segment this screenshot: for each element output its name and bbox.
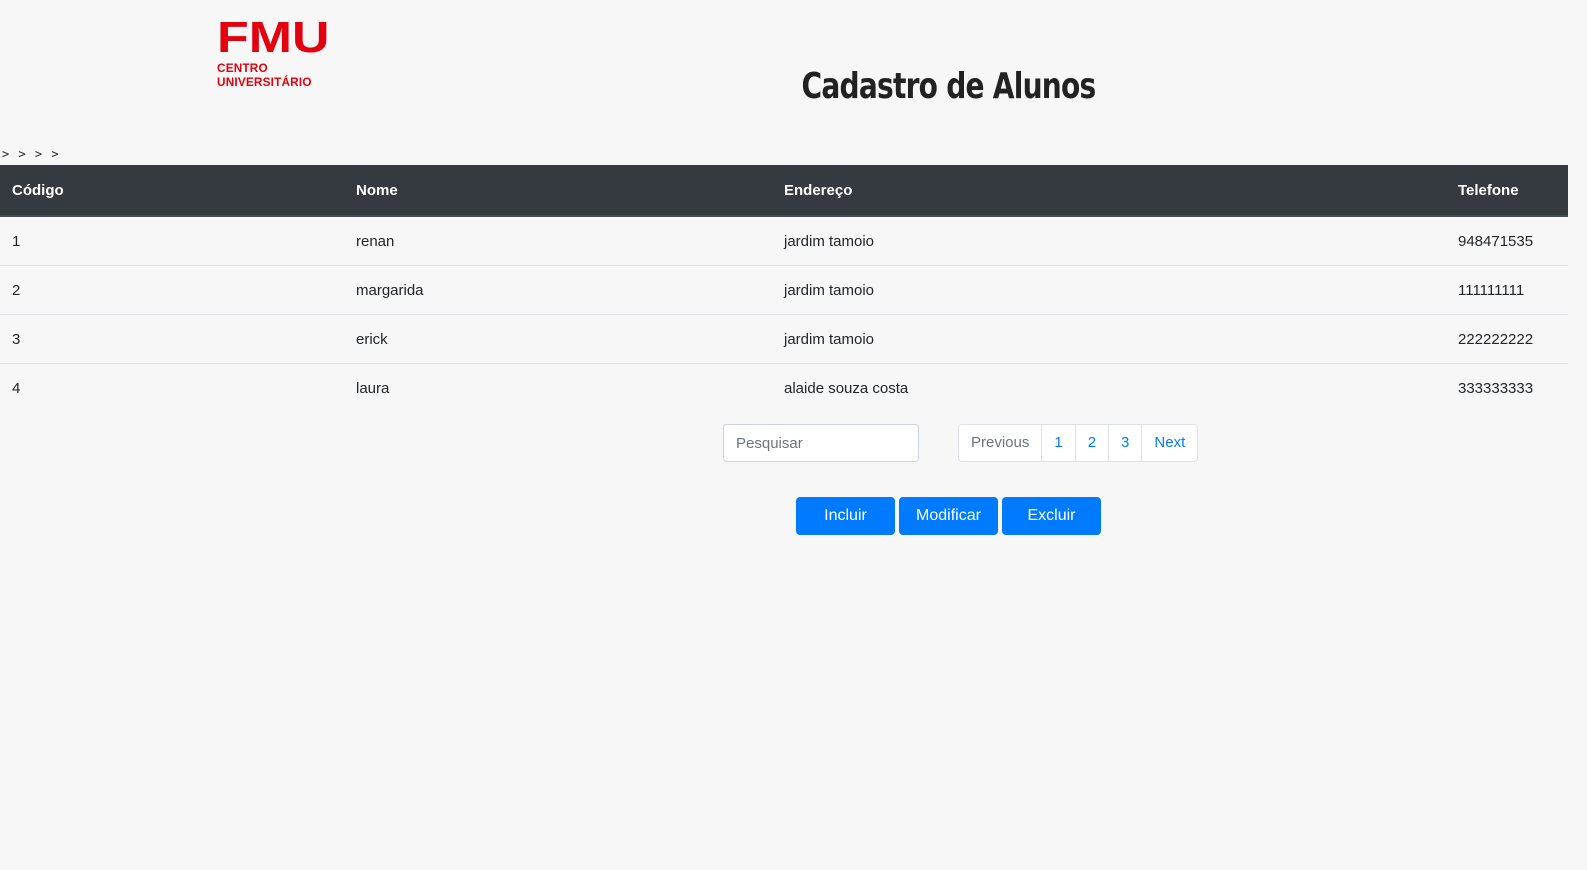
table-row[interactable]: 3 erick jardim tamoio 222222222 <box>0 314 1568 364</box>
cell-codigo: 1 <box>12 232 21 250</box>
cell-telefone: 111111111 <box>1446 265 1568 315</box>
header-telefone: Telefone <box>1446 165 1568 217</box>
pagination-page-3[interactable]: 3 <box>1108 424 1143 462</box>
page-title: Cadastro de Alunos <box>801 66 1097 107</box>
header-codigo: Código <box>0 165 344 217</box>
cell-telefone: 222222222 <box>1446 314 1568 364</box>
cell-codigo: 4 <box>0 363 344 412</box>
cell-nome: erick <box>344 314 772 364</box>
logo-main-text: FMU <box>217 13 330 62</box>
cell-telefone: 948471535 <box>1458 232 1534 250</box>
search-input[interactable] <box>723 424 919 462</box>
table-row[interactable]: 1 renan jardim tamoio 948471535 <box>0 216 1568 266</box>
students-table: Código Nome Endereço Telefone 1 renan ja… <box>0 165 1568 412</box>
incluir-button[interactable]: Incluir <box>796 497 895 535</box>
table-row[interactable]: 2 margarida jardim tamoio 111111111 <box>0 265 1568 315</box>
action-buttons: Incluir Modificar Excluir <box>796 497 1101 535</box>
cell-endereco: jardim tamoio <box>772 265 1446 315</box>
cell-codigo: 2 <box>0 265 344 315</box>
header-nome: Nome <box>344 165 772 217</box>
pagination-page-2[interactable]: 2 <box>1074 424 1110 462</box>
table-header-row: Código Nome Endereço Telefone <box>0 165 1568 217</box>
modificar-button[interactable]: Modificar <box>899 497 998 535</box>
pagination: Previous 1 2 3 Next <box>958 424 1199 462</box>
pagination-page-1[interactable]: 1 <box>1041 424 1076 462</box>
cell-telefone: 333333333 <box>1446 363 1568 412</box>
cell-endereco: jardim tamoio <box>772 314 1446 364</box>
cell-nome: renan <box>356 232 395 250</box>
pagination-previous[interactable]: Previous <box>958 424 1043 462</box>
table-row[interactable]: 4 laura alaide souza costa 333333333 <box>0 363 1568 412</box>
header-endereco: Endereço <box>772 165 1446 217</box>
cell-nome: margarida <box>344 265 772 315</box>
cell-nome: laura <box>344 363 772 412</box>
cell-endereco: jardim tamoio <box>784 232 875 250</box>
cell-endereco: alaide souza costa <box>772 363 1446 412</box>
chevron-marker: > > > > <box>2 147 60 161</box>
pagination-next[interactable]: Next <box>1141 424 1199 462</box>
excluir-button[interactable]: Excluir <box>1002 497 1101 535</box>
cell-codigo: 3 <box>0 314 344 364</box>
